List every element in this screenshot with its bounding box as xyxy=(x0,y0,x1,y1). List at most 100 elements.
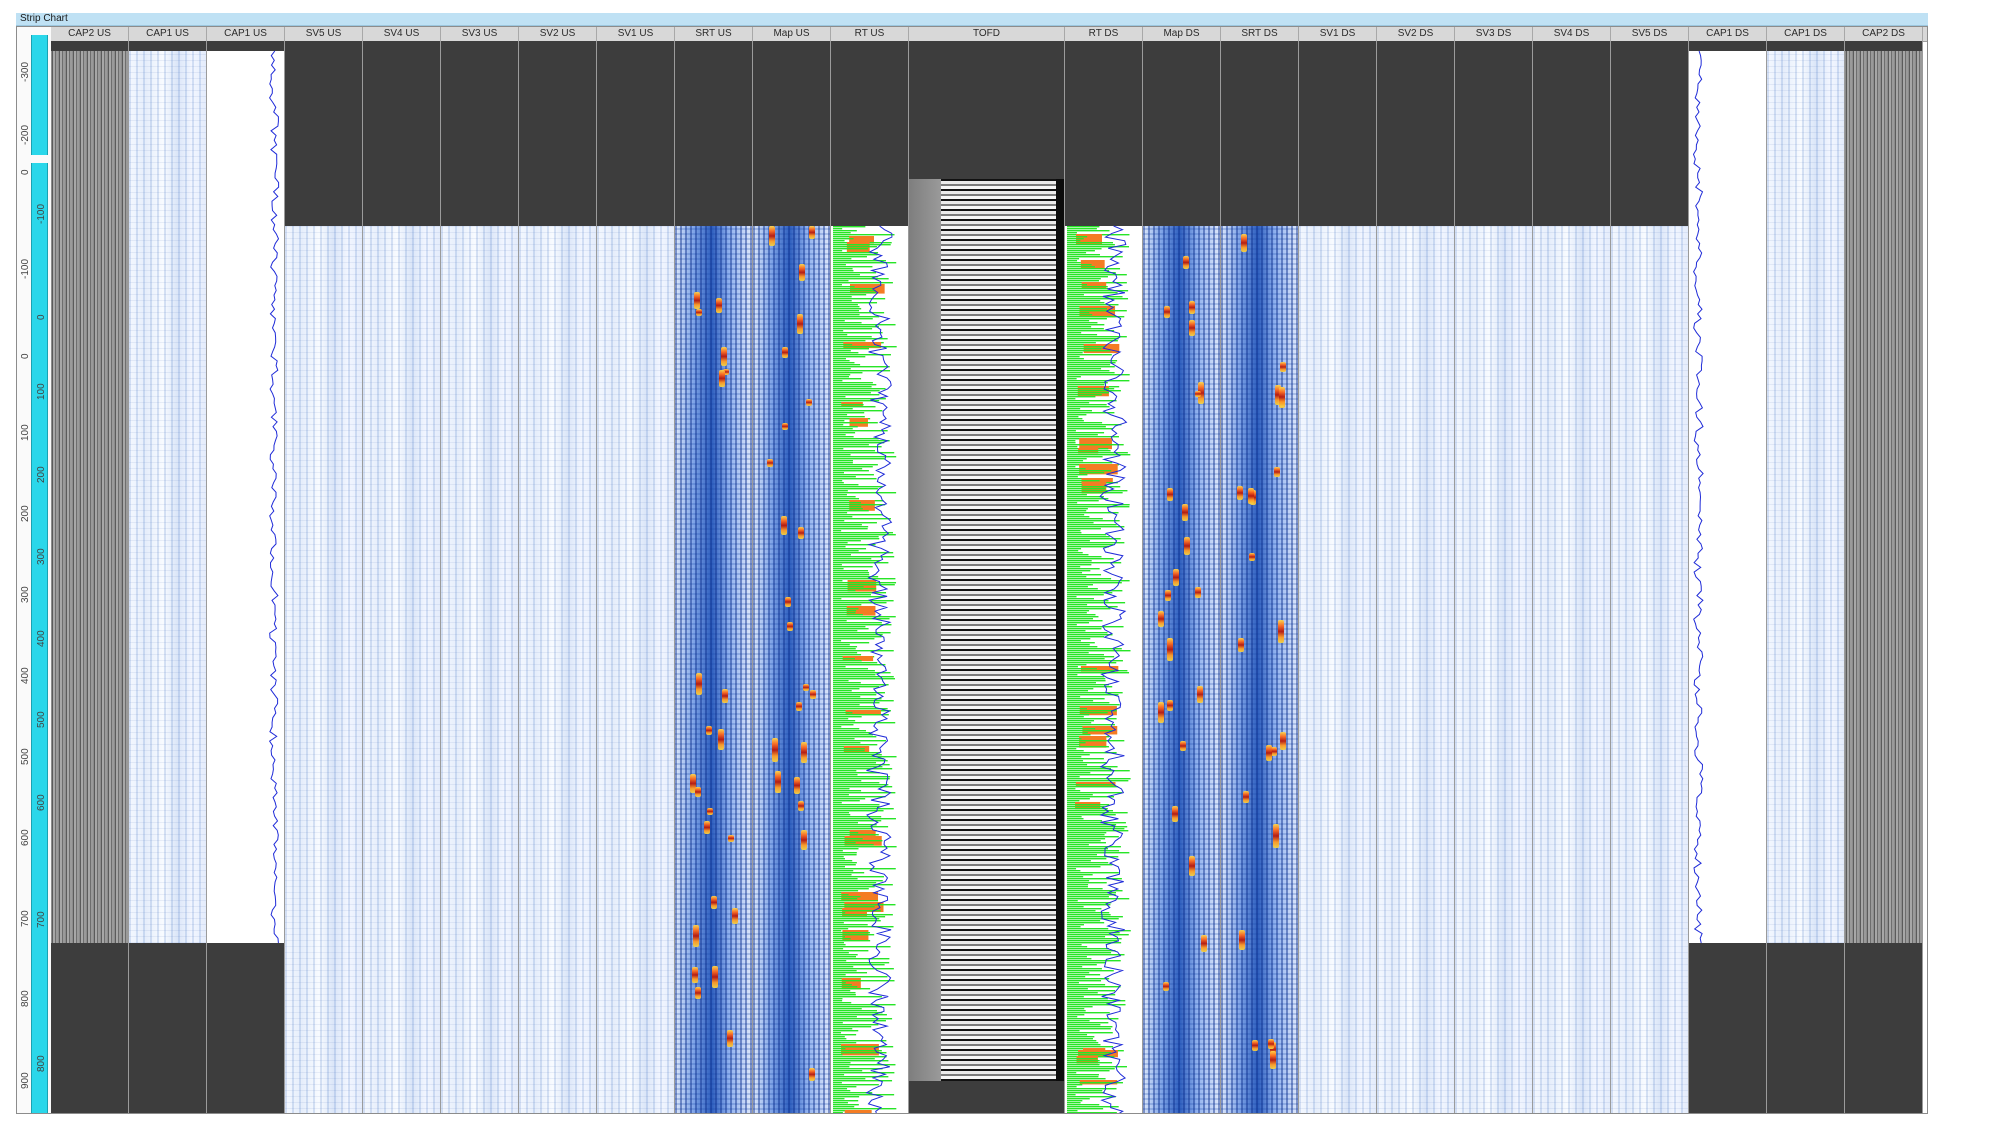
indication-hotspot xyxy=(1158,611,1164,627)
signal-amplitude-bar xyxy=(1067,666,1078,668)
scan-lane[interactable] xyxy=(909,41,1065,1113)
lane-header-label[interactable]: SRT US xyxy=(675,27,753,41)
signal-amplitude-bar xyxy=(833,406,876,408)
lane-header-label[interactable]: CAP2 DS xyxy=(1845,27,1923,41)
signal-amplitude-bar xyxy=(833,744,878,746)
window-titlebar[interactable]: Strip Chart xyxy=(16,13,1928,26)
signal-amplitude-bar xyxy=(1067,456,1103,458)
signal-amplitude-bar xyxy=(833,274,860,276)
scan-lane[interactable] xyxy=(597,41,675,1113)
lane-header-label[interactable]: RT US xyxy=(831,27,909,41)
ruler-track-upper[interactable] xyxy=(31,35,48,155)
lane-header-label[interactable]: CAP1 DS xyxy=(1767,27,1845,41)
lane-header-label[interactable]: SV3 US xyxy=(441,27,519,41)
scan-lane[interactable] xyxy=(1065,41,1143,1113)
signal-amplitude-bar xyxy=(833,516,853,518)
lane-header-label[interactable]: SV5 US xyxy=(285,27,363,41)
scan-lane[interactable] xyxy=(519,41,597,1113)
signal-amplitude-bar xyxy=(1067,1064,1100,1066)
strip-chart-window: Strip Chart -300 -200 0 -100 0 100 200 3… xyxy=(0,0,1996,1131)
scan-lane[interactable] xyxy=(753,41,831,1113)
scan-lane[interactable] xyxy=(1845,41,1923,1113)
signal-amplitude-bar xyxy=(1067,1018,1119,1020)
lane-header-label[interactable]: SRT DS xyxy=(1221,27,1299,41)
signal-amplitude-bar xyxy=(833,848,859,850)
lane-header-label[interactable]: CAP1 US xyxy=(129,27,207,41)
lane-header-label[interactable]: SV4 US xyxy=(363,27,441,41)
scan-lanes[interactable] xyxy=(51,41,1927,1113)
scan-lane[interactable] xyxy=(1455,41,1533,1113)
signal-amplitude-bar xyxy=(833,712,853,714)
signal-amplitude-bar xyxy=(833,484,859,486)
lane-header-label[interactable]: SV1 US xyxy=(597,27,675,41)
signal-amplitude-bar xyxy=(833,550,859,552)
scan-lane[interactable] xyxy=(1299,41,1377,1113)
signal-amplitude-bar xyxy=(833,1008,862,1010)
signal-amplitude-bar xyxy=(833,622,882,624)
scan-strip xyxy=(1455,226,1532,1113)
lane-header-label[interactable]: SV2 DS xyxy=(1377,27,1455,41)
signal-amplitude-bar xyxy=(833,980,895,982)
signal-amplitude-bar xyxy=(833,642,870,644)
position-rulers[interactable]: -300 -200 0 -100 0 100 200 300 400 500 6… xyxy=(17,27,51,1113)
scan-lane[interactable] xyxy=(285,41,363,1113)
lane-header-label[interactable]: SV4 DS xyxy=(1533,27,1611,41)
cap-trace-plot xyxy=(1692,50,1704,944)
ruler-track-lower[interactable] xyxy=(31,1033,48,1113)
lane-header-label[interactable]: SV5 DS xyxy=(1611,27,1689,41)
signal-amplitude-bar xyxy=(833,680,849,682)
signal-amplitude-bar xyxy=(833,1098,845,1100)
scan-lane[interactable] xyxy=(1221,41,1299,1113)
strip-chart-panel[interactable]: -300 -200 0 -100 0 100 200 300 400 500 6… xyxy=(16,26,1928,1114)
signal-amplitude-bar xyxy=(833,826,889,828)
lane-header-label[interactable]: TOFD xyxy=(909,27,1065,41)
ruler-tick-label: 200 xyxy=(36,466,47,483)
scan-lane[interactable] xyxy=(1767,41,1845,1113)
indication-hotspot xyxy=(704,821,710,834)
signal-amplitude-bar xyxy=(833,1014,887,1016)
scan-lane[interactable] xyxy=(1377,41,1455,1113)
lane-header-label[interactable]: CAP1 US xyxy=(207,27,285,41)
signal-amplitude-bar xyxy=(1067,1032,1113,1034)
signal-amplitude-bar xyxy=(833,1086,857,1088)
scan-lane[interactable] xyxy=(441,41,519,1113)
signal-amplitude-bar xyxy=(833,844,874,846)
signal-amplitude-bar xyxy=(833,880,883,882)
signal-amplitude-bar xyxy=(1067,508,1088,510)
signal-amplitude-bar xyxy=(1067,364,1111,366)
signal-amplitude-bar xyxy=(1067,338,1119,340)
signal-amplitude-bar xyxy=(833,276,878,278)
signal-amplitude-bar xyxy=(1067,658,1105,660)
scan-lane[interactable] xyxy=(363,41,441,1113)
signal-amplitude-bar xyxy=(1067,1044,1101,1046)
signal-amplitude-bar xyxy=(1067,372,1115,374)
indication-hotspot xyxy=(1252,1040,1258,1051)
lane-header-label[interactable]: SV1 DS xyxy=(1299,27,1377,41)
signal-amplitude-bar xyxy=(833,768,893,770)
signal-amplitude-bar xyxy=(833,356,866,358)
lane-header-label[interactable]: CAP2 US xyxy=(51,27,129,41)
scan-lane[interactable] xyxy=(207,41,285,1113)
lane-header-label[interactable]: RT DS xyxy=(1065,27,1143,41)
lane-header-label[interactable]: CAP1 DS xyxy=(1689,27,1767,41)
scan-lane[interactable] xyxy=(1143,41,1221,1113)
lane-header-label[interactable]: Map US xyxy=(753,27,831,41)
lane-header-label[interactable]: Map DS xyxy=(1143,27,1221,41)
signal-amplitude-bar xyxy=(1067,600,1109,602)
signal-amplitude-bar xyxy=(833,294,867,296)
signal-amplitude-bar xyxy=(833,678,896,680)
signal-amplitude-bar xyxy=(1067,960,1121,962)
scan-lane[interactable] xyxy=(1689,41,1767,1113)
scan-lane[interactable] xyxy=(1611,41,1689,1113)
scan-lane[interactable] xyxy=(675,41,753,1113)
ruler-track-main[interactable] xyxy=(31,163,48,1033)
scan-lane[interactable] xyxy=(1533,41,1611,1113)
signal-amplitude-bar xyxy=(833,828,873,830)
lane-header-label[interactable]: SV3 DS xyxy=(1455,27,1533,41)
signal-amplitude-bar xyxy=(1067,554,1089,556)
scan-lane[interactable] xyxy=(831,41,909,1113)
signal-amplitude-bar xyxy=(833,572,870,574)
scan-lane[interactable] xyxy=(51,41,129,1113)
scan-lane[interactable] xyxy=(129,41,207,1113)
lane-header-label[interactable]: SV2 US xyxy=(519,27,597,41)
